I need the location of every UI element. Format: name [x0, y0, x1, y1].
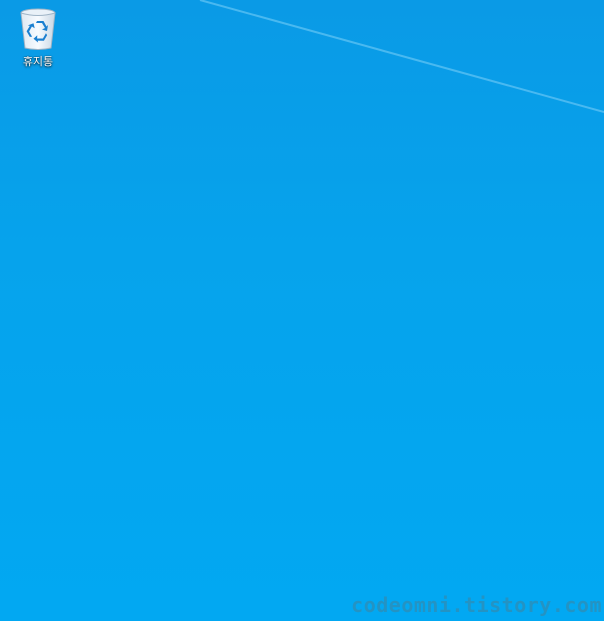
desktop[interactable]: 휴지통 codeomni.tistory.com — [0, 0, 604, 621]
watermark-text: codeomni.tistory.com — [351, 593, 602, 617]
desktop-icon-label: 휴지통 — [22, 55, 54, 68]
wallpaper-light-streak — [199, 0, 604, 113]
desktop-icon-recycle-bin[interactable]: 휴지통 — [10, 6, 66, 68]
recycle-bin-icon — [20, 8, 56, 50]
